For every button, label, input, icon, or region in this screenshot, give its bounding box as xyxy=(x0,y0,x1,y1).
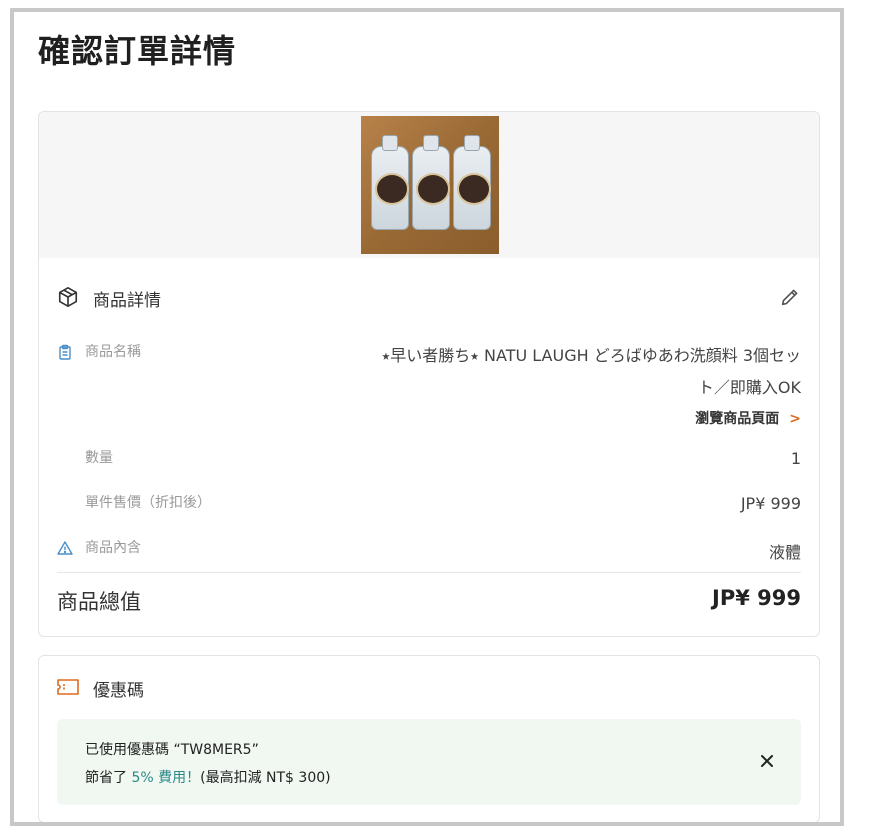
product-total-label: 商品總值 xyxy=(57,590,141,614)
coupon-code: “TW8MER5” xyxy=(173,742,259,758)
coupon-card: 優惠碼 已使用優惠碼 “TW8MER5” 節省了 5% 費用！(最高扣減 NT$… xyxy=(38,655,820,822)
unit-price-label: 單件售價（折扣後） xyxy=(85,495,211,511)
coupon-saved-note: (最高扣減 NT$ 300) xyxy=(200,770,331,786)
view-product-page-label: 瀏覽商品頁面 xyxy=(695,411,780,427)
page-title: 確認訂單詳情 xyxy=(38,32,237,70)
unit-price-value: JP¥ 999 xyxy=(740,494,801,513)
contents-value: 液體 xyxy=(768,543,801,562)
applied-coupon-text: 已使用優惠碼 “TW8MER5” xyxy=(85,739,259,759)
coupon-saved-prefix: 節省了 xyxy=(85,770,127,786)
ticket-icon xyxy=(57,679,79,695)
order-confirm-panel: 確認訂單詳情 商品詳情 商品名稱 ⭑早い者勝ち⭑ NATU LAUGH どろばゆ… xyxy=(10,8,844,826)
pencil-icon[interactable] xyxy=(779,286,801,308)
coupon-section-title: 優惠碼 xyxy=(93,681,144,701)
warning-triangle-icon xyxy=(57,541,73,555)
divider xyxy=(57,572,801,573)
applied-coupon-box: 已使用優惠碼 “TW8MER5” 節省了 5% 費用！(最高扣減 NT$ 300… xyxy=(57,719,801,805)
box-icon xyxy=(58,287,78,307)
product-section-title: 商品詳情 xyxy=(93,291,161,311)
coupon-section-header: 優惠碼 xyxy=(57,676,357,701)
applied-coupon-prefix: 已使用優惠碼 xyxy=(85,742,169,758)
quantity-value: 1 xyxy=(790,449,801,468)
product-name-value: ⭑早い者勝ち⭑ NATU LAUGH どろばゆあわ洗顔料 3個セット／即購入OK xyxy=(381,346,801,397)
product-card: 商品詳情 商品名稱 ⭑早い者勝ち⭑ NATU LAUGH どろばゆあわ洗顔料 3… xyxy=(38,111,820,637)
view-product-page-link[interactable]: 瀏覽商品頁面 > xyxy=(695,408,801,428)
product-name-label: 商品名稱 xyxy=(85,344,141,360)
chevron-right-icon: > xyxy=(789,411,801,427)
product-total-value: JP¥ 999 xyxy=(712,586,801,610)
clipboard-icon xyxy=(59,344,71,360)
close-icon[interactable] xyxy=(757,751,777,771)
coupon-saved-amount: 5% 費用！ xyxy=(131,770,201,786)
product-section-header: 商品詳情 xyxy=(57,284,801,311)
quantity-label: 數量 xyxy=(85,450,113,466)
product-image-area xyxy=(39,112,819,258)
product-image[interactable] xyxy=(361,116,499,254)
contents-label: 商品內含 xyxy=(85,540,141,556)
coupon-savings-text: 節省了 5% 費用！(最高扣減 NT$ 300) xyxy=(85,767,331,787)
